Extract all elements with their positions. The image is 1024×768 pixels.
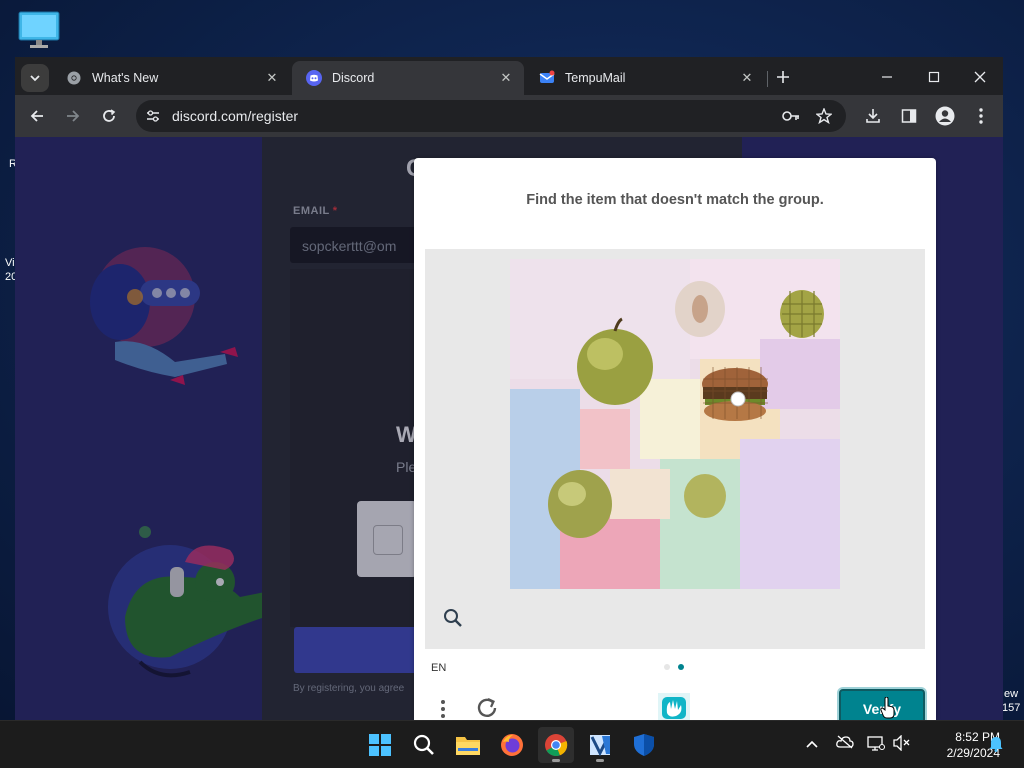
taskbar-firefox[interactable] bbox=[494, 727, 530, 763]
profile-icon bbox=[935, 106, 955, 126]
key-icon[interactable] bbox=[782, 109, 800, 123]
system-clock[interactable]: 8:52 PM 2/29/2024 bbox=[918, 729, 1000, 761]
address-bar[interactable]: discord.com/register bbox=[136, 100, 846, 132]
side-panel-icon bbox=[901, 109, 917, 123]
browser-window: What's New ✕ Discord ✕ TempuMail ✕ disco… bbox=[15, 57, 1003, 720]
zoom-button[interactable] bbox=[443, 608, 463, 628]
desktop-label-ew: ew bbox=[1004, 688, 1019, 700]
challenge-prompt: Find the item that doesn't match the gro… bbox=[526, 192, 824, 208]
visual-studio-icon bbox=[590, 735, 610, 757]
profile-button[interactable] bbox=[932, 103, 958, 129]
close-icon bbox=[974, 71, 986, 83]
arrow-right-icon bbox=[67, 110, 80, 122]
arrow-left-icon bbox=[30, 110, 43, 122]
maximize-icon bbox=[928, 71, 940, 83]
url-text[interactable]: discord.com/register bbox=[172, 108, 298, 124]
tab-label: What's New bbox=[92, 71, 159, 85]
menu-button[interactable] bbox=[968, 103, 994, 129]
kebab-menu-icon bbox=[979, 108, 983, 124]
reload-button[interactable] bbox=[96, 103, 122, 129]
clock-time: 8:52 PM bbox=[955, 730, 1000, 744]
plus-icon bbox=[777, 71, 789, 83]
defender-icon bbox=[634, 734, 654, 756]
chevron-down-icon bbox=[30, 75, 40, 82]
challenge-image[interactable] bbox=[510, 259, 840, 589]
taskbar: 8:52 PM 2/29/2024 bbox=[0, 720, 1024, 768]
chevron-up-icon bbox=[806, 740, 818, 748]
minimize-icon bbox=[882, 76, 892, 78]
hcaptcha-logo-icon bbox=[658, 693, 690, 720]
chrome-icon bbox=[66, 70, 82, 86]
forward-button[interactable] bbox=[60, 103, 86, 129]
tab-tempumail[interactable]: TempuMail ✕ bbox=[525, 61, 765, 95]
kebab-menu-icon bbox=[441, 700, 445, 718]
tab-whats-new[interactable]: What's New ✕ bbox=[52, 61, 290, 95]
tray-network[interactable] bbox=[867, 735, 885, 754]
tray-overflow-button[interactable] bbox=[806, 737, 818, 752]
close-icon[interactable]: ✕ bbox=[498, 70, 514, 86]
file-explorer-icon bbox=[456, 737, 480, 755]
refresh-icon bbox=[477, 697, 497, 717]
minimize-button[interactable] bbox=[873, 63, 901, 91]
refresh-challenge-button[interactable] bbox=[474, 695, 500, 720]
running-indicator bbox=[596, 759, 604, 762]
bookmark-star-icon[interactable] bbox=[816, 108, 832, 124]
mouse-cursor-icon bbox=[880, 697, 895, 719]
page-content: C EMAIL* sopckerttt@om W Ple By register… bbox=[15, 137, 1003, 720]
puzzle-background-icon bbox=[510, 259, 840, 589]
tray-notifications[interactable] bbox=[989, 736, 1003, 755]
start-button[interactable] bbox=[362, 727, 398, 763]
page-dot-1 bbox=[664, 664, 670, 670]
tab-separator bbox=[767, 71, 768, 87]
firefox-icon bbox=[501, 734, 523, 756]
hcaptcha-challenge: Find the item that doesn't match the gro… bbox=[414, 158, 936, 720]
cloud-offline-icon bbox=[836, 735, 854, 749]
desktop-label-157: 157 bbox=[1002, 702, 1021, 714]
bell-icon bbox=[989, 737, 1003, 752]
volume-muted-icon bbox=[893, 734, 910, 752]
back-button[interactable] bbox=[24, 103, 50, 129]
tab-search-button[interactable] bbox=[21, 64, 49, 92]
task-area bbox=[425, 249, 925, 649]
tab-discord[interactable]: Discord ✕ bbox=[292, 61, 524, 95]
this-pc-icon[interactable] bbox=[18, 11, 60, 49]
chrome-icon bbox=[545, 734, 568, 757]
search-icon bbox=[413, 734, 434, 755]
taskbar-visual-studio[interactable] bbox=[582, 727, 618, 763]
new-tab-button[interactable] bbox=[769, 63, 797, 91]
maximize-button[interactable] bbox=[920, 63, 948, 91]
download-icon bbox=[866, 109, 880, 123]
mail-icon bbox=[539, 70, 555, 86]
tab-strip: What's New ✕ Discord ✕ TempuMail ✕ bbox=[15, 57, 1003, 95]
browser-toolbar: discord.com/register bbox=[15, 95, 1003, 137]
close-icon[interactable]: ✕ bbox=[264, 70, 280, 86]
page-dot-2 bbox=[678, 664, 684, 670]
windows-start-icon bbox=[369, 734, 391, 756]
desktop-label-vi: Vi bbox=[5, 257, 15, 269]
taskbar-chrome[interactable] bbox=[538, 727, 574, 763]
close-window-button[interactable] bbox=[966, 63, 994, 91]
taskbar-defender[interactable] bbox=[626, 727, 662, 763]
taskbar-file-explorer[interactable] bbox=[450, 727, 486, 763]
magnifier-icon bbox=[444, 609, 462, 627]
tab-label: Discord bbox=[332, 71, 375, 85]
downloads-button[interactable] bbox=[860, 103, 886, 129]
language-selector[interactable]: EN bbox=[431, 662, 446, 674]
network-icon bbox=[867, 736, 885, 751]
tray-volume[interactable] bbox=[893, 734, 911, 754]
tab-label: TempuMail bbox=[565, 71, 626, 85]
close-icon[interactable]: ✕ bbox=[739, 70, 755, 86]
discord-icon bbox=[306, 70, 322, 86]
tray-onedrive[interactable] bbox=[836, 735, 854, 752]
challenge-menu-button[interactable] bbox=[438, 698, 448, 720]
taskbar-search-button[interactable] bbox=[406, 727, 442, 763]
active-indicator bbox=[552, 759, 560, 762]
side-panel-button[interactable] bbox=[896, 103, 922, 129]
site-settings-icon[interactable] bbox=[146, 109, 160, 123]
reload-icon bbox=[103, 109, 116, 122]
clock-date: 2/29/2024 bbox=[946, 746, 1000, 760]
